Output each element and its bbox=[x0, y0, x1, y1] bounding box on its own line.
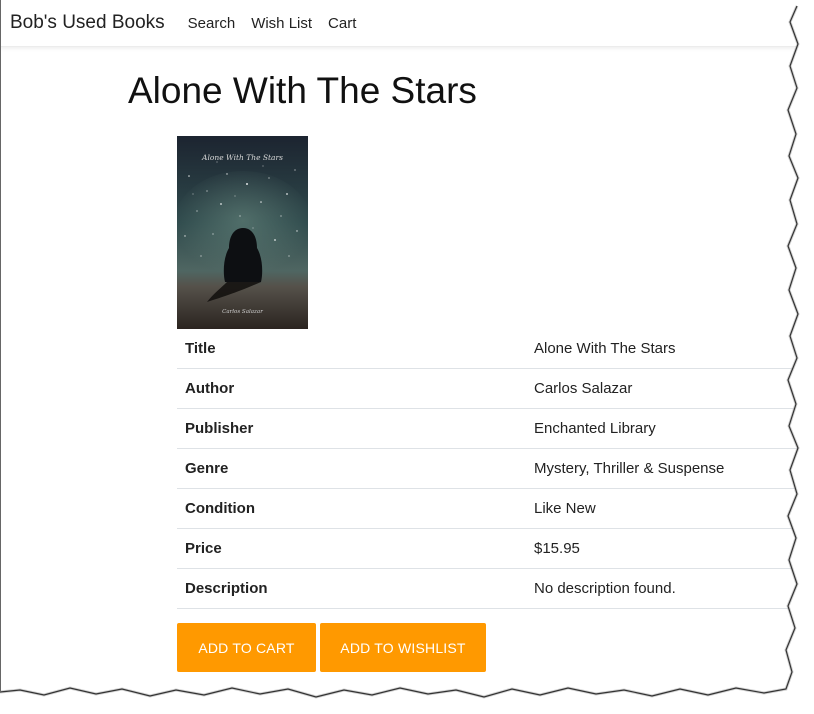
brand-link[interactable]: Bob's Used Books bbox=[10, 12, 165, 34]
detail-value: No description found. bbox=[519, 568, 800, 609]
top-navbar: Bob's Used Books Search Wish List Cart bbox=[0, 0, 800, 47]
cover-title-text: Alone With The Stars bbox=[201, 153, 283, 162]
add-to-cart-button[interactable]: ADD TO CART bbox=[177, 623, 316, 672]
detail-value: Enchanted Library bbox=[519, 408, 800, 449]
table-row: Title Alone With The Stars bbox=[177, 329, 800, 369]
nav-link-search[interactable]: Search bbox=[188, 15, 236, 32]
table-row: Genre Mystery, Thriller & Suspense bbox=[177, 448, 800, 489]
table-row: Description No description found. bbox=[177, 568, 800, 609]
detail-key: Publisher bbox=[177, 408, 519, 449]
detail-key: Title bbox=[177, 329, 519, 369]
book-details-table: Title Alone With The Stars Author Carlos… bbox=[177, 329, 800, 609]
cover-author-text: Carlos Salazar bbox=[222, 309, 263, 315]
detail-key: Condition bbox=[177, 488, 519, 529]
nav-link-cart[interactable]: Cart bbox=[328, 15, 356, 32]
detail-key: Author bbox=[177, 368, 519, 409]
table-row: Price $15.95 bbox=[177, 528, 800, 569]
detail-key: Genre bbox=[177, 448, 519, 489]
table-row: Publisher Enchanted Library bbox=[177, 408, 800, 449]
book-cover-image: Alone With The Stars Carlos Salazar bbox=[177, 136, 308, 329]
detail-key: Description bbox=[177, 568, 519, 609]
detail-value: Like New bbox=[519, 488, 800, 529]
table-row: Condition Like New bbox=[177, 488, 800, 529]
detail-value: Mystery, Thriller & Suspense bbox=[519, 448, 800, 489]
detail-key: Price bbox=[177, 528, 519, 569]
page-sheet: Bob's Used Books Search Wish List Cart A… bbox=[0, 0, 814, 714]
page-title: Alone With The Stars bbox=[128, 70, 477, 111]
nav-link-wish-list[interactable]: Wish List bbox=[251, 15, 312, 32]
table-row: Author Carlos Salazar bbox=[177, 368, 800, 409]
detail-value: $15.95 bbox=[519, 528, 800, 569]
add-to-wishlist-button[interactable]: ADD TO WISHLIST bbox=[320, 623, 486, 672]
detail-value: Alone With The Stars bbox=[519, 329, 800, 369]
detail-value: Carlos Salazar bbox=[519, 368, 800, 409]
